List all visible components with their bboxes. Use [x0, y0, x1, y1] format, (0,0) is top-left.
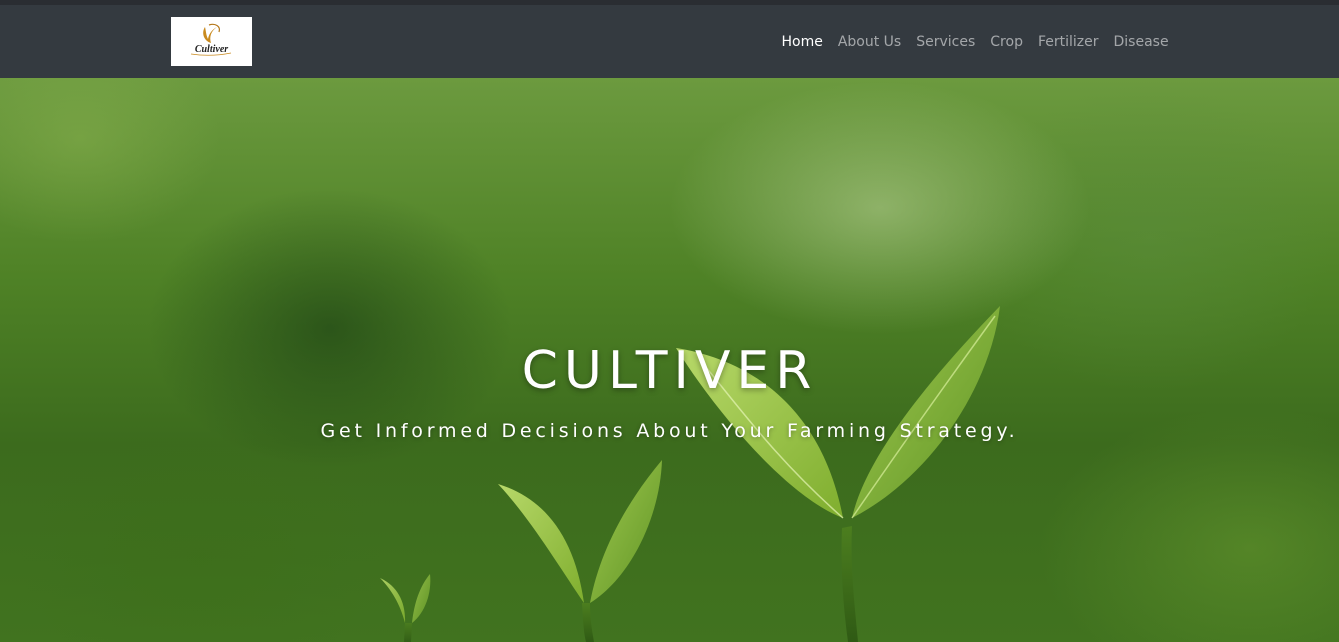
nav-link-services[interactable]: Services — [909, 34, 983, 50]
hero-title: CULTIVER — [521, 340, 818, 401]
nav-link-fertilizer[interactable]: Fertilizer — [1030, 34, 1106, 50]
brand-logo[interactable]: Cultiver — [171, 17, 252, 66]
navbar: Cultiver Home About Us Services Crop Fer… — [0, 5, 1339, 78]
nav-menu: Home About Us Services Crop Fertilizer D… — [774, 31, 1176, 53]
nav-link-home[interactable]: Home — [774, 34, 830, 50]
nav-link-crop[interactable]: Crop — [983, 34, 1031, 50]
nav-link-disease[interactable]: Disease — [1106, 34, 1176, 50]
hero-subtitle: Get Informed Decisions About Your Farmin… — [320, 420, 1019, 442]
logo-wordmark: Cultiver — [195, 44, 228, 55]
hero-content: CULTIVER Get Informed Decisions About Yo… — [0, 78, 1339, 642]
hero-section: CULTIVER Get Informed Decisions About Yo… — [0, 78, 1339, 642]
logo-icon: Cultiver — [190, 23, 232, 56]
nav-link-about-us[interactable]: About Us — [830, 34, 908, 50]
